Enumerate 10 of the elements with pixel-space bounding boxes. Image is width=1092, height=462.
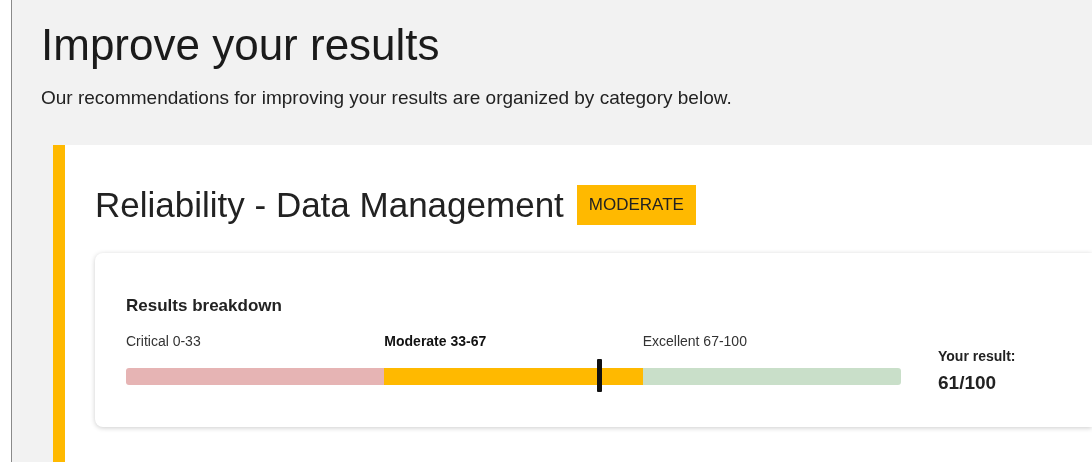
breakdown-title: Results breakdown [126,295,283,317]
page-subtitle: Our recommendations for improving your results are organized by category below. [41,86,733,110]
page-title: Improve your results [41,19,441,71]
result-label: Your result: [938,347,1016,366]
band-label: Excellent 67-100 [642,332,747,349]
severity-badge: MODERATE [576,185,696,225]
result-value: 61/100 [938,371,998,395]
category-title: Reliability - Data Management [95,183,564,226]
band-label: Moderate 33-67 [384,332,487,349]
band-label: Critical 0-33 [126,332,201,349]
